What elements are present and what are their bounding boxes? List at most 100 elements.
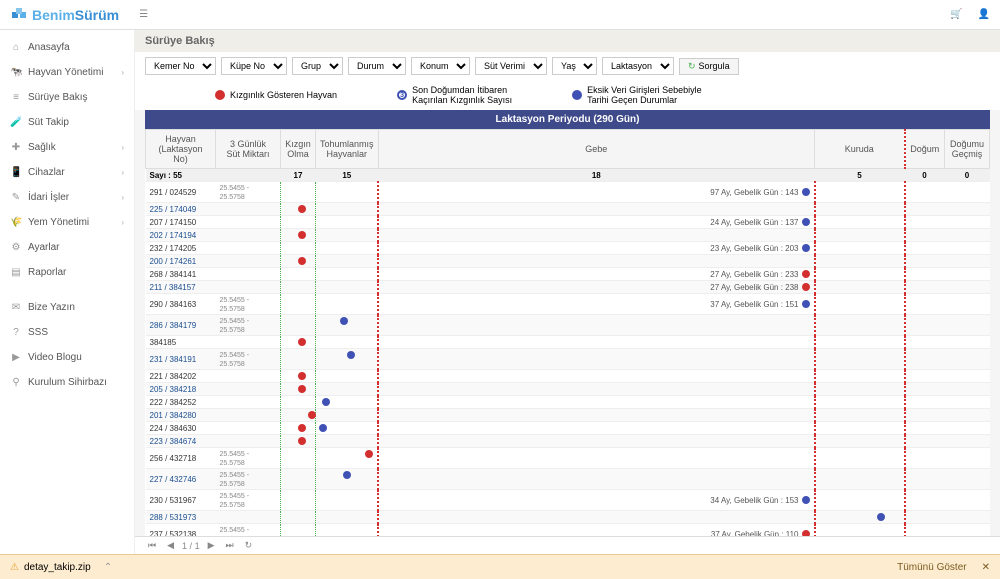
animal-id[interactable]: 222 / 384252 (150, 398, 197, 407)
animal-id[interactable]: 384185 (150, 338, 177, 347)
pager-next[interactable]: ▶ (205, 540, 218, 551)
sidebar-item-5[interactable]: 📱Cihazlar› (0, 160, 134, 185)
pager-refresh[interactable]: ↻ (242, 540, 256, 551)
tohum-marker[interactable] (347, 351, 355, 359)
kizgin-marker[interactable] (298, 231, 306, 239)
animal-id[interactable]: 201 / 384280 (150, 411, 197, 420)
pager-prev[interactable]: ◀ (164, 540, 177, 551)
col-hayvan[interactable]: Hayvan (Laktasyon No) (146, 130, 216, 169)
sidebar-item-7[interactable]: 🌾Yem Yönetimi› (0, 210, 134, 235)
sidebar-item-9[interactable]: ▤ Raporlar (0, 260, 134, 285)
col-kuruda[interactable]: Kuruda› (815, 130, 905, 169)
chevron-up-icon[interactable]: ⌃ (104, 562, 112, 573)
animal-id[interactable]: 286 / 384179 (150, 321, 197, 330)
col-tohum[interactable]: Tohumlanmış Hayvanlar› (316, 130, 379, 169)
tohum-marker[interactable] (319, 424, 327, 432)
kuruda-marker[interactable] (877, 513, 885, 521)
logo[interactable]: BenimSürüm (10, 6, 119, 24)
filter-4[interactable]: Konum (411, 57, 470, 75)
kizgin-marker[interactable] (298, 338, 306, 346)
sidebar-item-4[interactable]: ✚Sağlık› (0, 135, 134, 160)
table-row: 201 / 384280 (146, 409, 990, 422)
animal-id[interactable]: 211 / 384157 (150, 283, 196, 292)
tohum-marker[interactable] (340, 317, 348, 325)
tohum-marker[interactable] (343, 471, 351, 479)
sidebar-item-0[interactable]: ⌂Anasayfa (0, 35, 134, 60)
gebe-label: 23 Ay, Gebelik Gün : 203 (710, 244, 809, 253)
kizgin-marker[interactable] (298, 205, 306, 213)
table-row: 286 / 384179 25.5455 - 25.5758 (146, 315, 990, 336)
filter-5[interactable]: Süt Verimi (475, 57, 547, 75)
sidebar-sec-item-0[interactable]: ✉Bize Yazın (0, 295, 134, 320)
animal-id[interactable]: 224 / 384630 (150, 424, 197, 433)
pager-last[interactable]: ⏭ (223, 540, 237, 551)
sut-val: 25.5455 - 25.5758 (220, 352, 250, 368)
sidebar-sec-item-1[interactable]: ?SSS (0, 320, 134, 345)
col-sut[interactable]: 3 Günlük Süt Miktarı› (216, 130, 281, 169)
sidebar-item-3[interactable]: 🧪Süt Takip (0, 110, 134, 135)
filter-1[interactable]: Küpe No (221, 57, 287, 75)
sidebar-item-2[interactable]: ≡Sürüye Bakış (0, 85, 134, 110)
nav-label: Yem Yönetimi (28, 217, 89, 228)
filter-2[interactable]: Grup (292, 57, 343, 75)
sidebar-sec-item-2[interactable]: ▶Video Blogu (0, 345, 134, 370)
animal-id[interactable]: 227 / 432746 (150, 475, 197, 484)
kizgin-marker[interactable] (298, 424, 306, 432)
sut-val: 25.5455 - 25.5758 (220, 472, 250, 488)
animal-id[interactable]: 221 / 384202 (150, 372, 197, 381)
menu-toggle-icon[interactable]: ☰ (139, 9, 148, 20)
count-dogum: 0 (905, 169, 945, 182)
animal-id[interactable]: 207 / 174150 (150, 218, 197, 227)
animal-id[interactable]: 288 / 531973 (150, 513, 197, 522)
user-icon[interactable]: 👤 (978, 9, 990, 20)
download-item[interactable]: ⚠ detay_takip.zip ⌃ (10, 562, 112, 573)
col-dogum[interactable]: Doğum (905, 130, 945, 169)
count-tohum: 15 (316, 169, 379, 182)
nav-icon: ▤ (10, 267, 22, 278)
animal-id[interactable]: 237 / 532138 (150, 530, 197, 537)
sidebar-item-6[interactable]: ✎İdari İşler› (0, 185, 134, 210)
kizgin-marker[interactable] (298, 385, 306, 393)
filter-6[interactable]: Yaş (552, 57, 597, 75)
table-row: 221 / 384202 (146, 370, 990, 383)
animal-id[interactable]: 225 / 174049 (150, 205, 197, 214)
filter-0[interactable]: Kemer No (145, 57, 216, 75)
sut-val: 25.5455 - 25.5758 (220, 451, 250, 467)
pager-first[interactable]: ⏮ (145, 540, 159, 551)
col-gecmis[interactable]: Doğumu Geçmiş (945, 130, 990, 169)
nav-icon: ✚ (10, 142, 22, 153)
animal-id[interactable]: 291 / 024529 (150, 188, 197, 197)
animal-id[interactable]: 232 / 174205 (150, 244, 197, 253)
kizgin-marker[interactable] (298, 437, 306, 445)
animal-id[interactable]: 290 / 384163 (150, 300, 197, 309)
kizgin-marker[interactable] (298, 372, 306, 380)
table-row: 225 / 174049 (146, 203, 990, 216)
col-gebe[interactable]: Gebe (378, 130, 814, 169)
close-icon[interactable]: ✕ (982, 562, 990, 573)
sidebar-sec-item-3[interactable]: ⚲Kurulum Sihirbazı (0, 370, 134, 395)
animal-id[interactable]: 223 / 384674 (150, 437, 197, 446)
nav-label: Raporlar (28, 267, 66, 278)
animal-id[interactable]: 200 / 174261 (150, 257, 197, 266)
animal-id[interactable]: 256 / 432718 (150, 454, 197, 463)
show-all-link[interactable]: Tümünü Göster (897, 562, 966, 573)
animal-id[interactable]: 231 / 384191 (150, 355, 197, 364)
nav-label: Anasayfa (28, 42, 70, 53)
query-button[interactable]: ↻ Sorgula (679, 58, 739, 75)
count-sayi: Sayı : 55 (146, 169, 216, 182)
kizgin-marker[interactable] (298, 257, 306, 265)
filter-3[interactable]: Durum (348, 57, 406, 75)
cart-icon[interactable]: 🛒 (950, 9, 962, 20)
tohum-marker[interactable] (322, 398, 330, 406)
gebe-label: 27 Ay, Gebelik Gün : 238 (710, 283, 809, 292)
sidebar-item-1[interactable]: 🐄Hayvan Yönetimi› (0, 60, 134, 85)
animal-id[interactable]: 268 / 384141 (150, 270, 197, 279)
filter-7[interactable]: Laktasyon (602, 57, 674, 75)
animal-id[interactable]: 230 / 531967 (150, 496, 197, 505)
filter-bar: Kemer No Küpe No Grup Durum Konum Süt Verimi Y… (135, 52, 1000, 80)
col-kizgin[interactable]: Kızgın Olma› (281, 130, 316, 169)
animal-id[interactable]: 205 / 384218 (150, 385, 197, 394)
animal-id[interactable]: 202 / 174194 (150, 231, 197, 240)
tohum-marker[interactable] (365, 450, 373, 458)
sidebar-item-8[interactable]: ⚙Ayarlar (0, 235, 134, 260)
